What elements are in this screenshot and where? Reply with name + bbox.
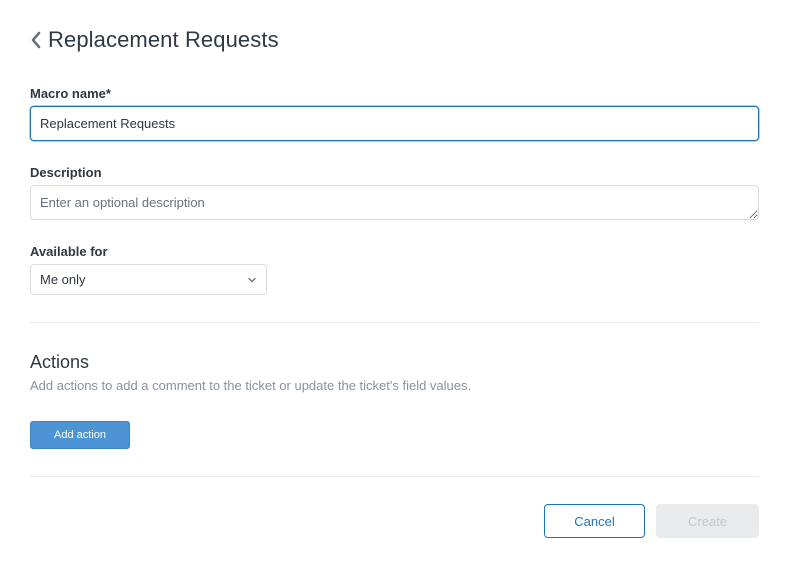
actions-title: Actions bbox=[30, 352, 90, 372]
description-label: Description bbox=[30, 165, 102, 180]
add-action-button[interactable]: Add action bbox=[30, 421, 130, 449]
create-button[interactable]: Create bbox=[656, 504, 759, 538]
actions-description: Add actions to add a comment to the tick… bbox=[30, 378, 472, 393]
available-for-label: Available for bbox=[30, 244, 108, 259]
page-title: Replacement Requests bbox=[48, 27, 279, 52]
available-for-select[interactable]: Me only bbox=[30, 264, 267, 295]
macro-name-input[interactable] bbox=[30, 106, 759, 141]
footer-divider bbox=[30, 476, 759, 477]
macro-editor-page: Replacement Requests Macro name* Descrip… bbox=[0, 0, 800, 562]
chevron-left-icon[interactable] bbox=[30, 31, 42, 49]
description-textarea[interactable] bbox=[30, 185, 759, 220]
cancel-button[interactable]: Cancel bbox=[544, 504, 645, 538]
page-header: Replacement Requests bbox=[30, 26, 279, 54]
available-for-value: Me only bbox=[40, 272, 86, 287]
macro-name-label: Macro name* bbox=[30, 86, 111, 101]
chevron-down-icon bbox=[248, 277, 256, 282]
section-divider bbox=[30, 322, 759, 323]
